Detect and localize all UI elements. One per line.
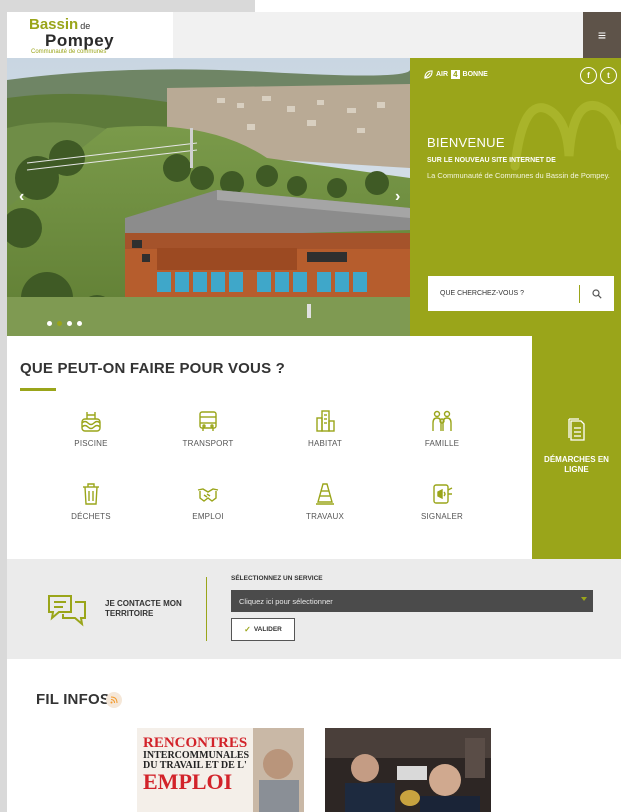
facebook-icon[interactable]: f bbox=[580, 67, 597, 84]
service-label: PISCINE bbox=[74, 439, 108, 448]
chevron-down-icon bbox=[581, 597, 587, 601]
megaphone-icon bbox=[433, 484, 453, 504]
family-icon bbox=[432, 410, 452, 431]
trash-icon bbox=[83, 483, 99, 505]
services-title: QUE PEUT-ON FAIRE POUR VOUS ? bbox=[20, 360, 285, 377]
handshake-icon bbox=[197, 488, 219, 502]
welcome-subtitle: SUR LE NOUVEAU SITE INTERNET DE bbox=[427, 157, 556, 164]
logo-tagline: Communauté de communes bbox=[31, 49, 107, 55]
hero-prev-arrow[interactable]: ‹ bbox=[19, 188, 24, 206]
validate-button[interactable]: ✓ VALIDER bbox=[231, 618, 295, 641]
service-select[interactable]: Cliquez ici pour sélectionner bbox=[231, 590, 593, 612]
top-band bbox=[0, 0, 255, 12]
news-card-image bbox=[325, 728, 491, 812]
news-section: FIL INFOS RENCONTRES INTERCOMMUNALES DU … bbox=[7, 659, 621, 812]
welcome-panel: AIR 4 BONNE f t BIENVENUE SUR LE NOUVEAU… bbox=[410, 58, 621, 336]
air-quality-indicator[interactable]: AIR 4 BONNE bbox=[424, 70, 488, 79]
news-card[interactable]: RENCONTRES INTERCOMMUNALES DU TRAVAIL ET… bbox=[137, 728, 304, 812]
hero-landscape-illustration bbox=[7, 58, 410, 336]
service-label: HABITAT bbox=[308, 439, 342, 448]
contact-territory-label: JE CONTACTE MON TERRITOIRE bbox=[105, 599, 182, 618]
hero-dot-active[interactable] bbox=[57, 321, 62, 326]
air-quality-status: BONNE bbox=[462, 71, 488, 78]
welcome-title: BIENVENUE bbox=[427, 135, 505, 150]
service-select-value: Cliquez ici pour sélectionner bbox=[239, 596, 333, 606]
validate-label: VALIDER bbox=[253, 626, 282, 633]
social-links: f t bbox=[580, 67, 617, 84]
online-procedures-button[interactable]: DÉMARCHES EN LIGNE bbox=[532, 336, 621, 559]
site-logo[interactable]: Bassin de Pompey Communauté de communes bbox=[7, 12, 173, 58]
service-select-title: SÉLECTIONNEZ UN SERVICE bbox=[231, 575, 323, 582]
hero-dot[interactable] bbox=[67, 321, 72, 326]
document-icon bbox=[568, 418, 585, 441]
swimming-pool-icon bbox=[81, 412, 101, 432]
contact-section: JE CONTACTE MON TERRITOIRE SÉLECTIONNEZ … bbox=[7, 559, 621, 659]
news-title: FIL INFOS bbox=[36, 691, 111, 708]
leaf-icon bbox=[424, 70, 433, 79]
site-header: Bassin de Pompey Communauté de communes ≡ bbox=[7, 12, 621, 58]
headline-line: RENCONTRES bbox=[143, 735, 248, 751]
search-icon[interactable] bbox=[580, 288, 614, 299]
contact-divider bbox=[206, 577, 207, 641]
service-label: FAMILLE bbox=[424, 439, 460, 448]
buildings-icon bbox=[316, 410, 335, 432]
service-label: DÉCHETS bbox=[71, 512, 111, 521]
hero-search-box[interactable]: QUE CHERCHEZ-VOUS ? bbox=[428, 276, 614, 311]
service-dechets[interactable]: DÉCHETS bbox=[41, 482, 141, 521]
traffic-cone-icon bbox=[316, 483, 334, 505]
hero-dot[interactable] bbox=[77, 321, 82, 326]
services-title-underline bbox=[20, 388, 56, 391]
services-title-bold: FAIRE POUR VOUS ? bbox=[129, 360, 286, 377]
hero-pagination bbox=[47, 321, 82, 326]
service-habitat[interactable]: HABITAT bbox=[275, 409, 375, 448]
search-label[interactable]: QUE CHERCHEZ-VOUS ? bbox=[428, 290, 579, 297]
hero-next-arrow[interactable]: › bbox=[395, 188, 400, 206]
twitter-icon[interactable]: t bbox=[600, 67, 617, 84]
services-title-plain: QUE PEUT-ON bbox=[20, 360, 130, 377]
chat-bubbles-icon bbox=[48, 595, 86, 627]
hero-dot[interactable] bbox=[47, 321, 52, 326]
news-card[interactable] bbox=[325, 728, 491, 812]
service-signaler[interactable]: SIGNALER bbox=[392, 482, 492, 521]
service-label: TRAVAUX bbox=[306, 512, 344, 521]
service-emploi[interactable]: EMPLOI bbox=[158, 482, 258, 521]
services-section: QUE PEUT-ON FAIRE POUR VOUS ? PISCINE TR… bbox=[7, 336, 532, 559]
logo-word-de: de bbox=[80, 21, 91, 31]
news-card-headline: RENCONTRES INTERCOMMUNALES DU TRAVAIL ET… bbox=[143, 736, 249, 793]
air-quality-value: 4 bbox=[451, 70, 460, 79]
rss-icon[interactable] bbox=[106, 692, 122, 708]
menu-button[interactable]: ≡ bbox=[583, 12, 621, 58]
bus-icon bbox=[199, 411, 217, 431]
online-procedures-label: DÉMARCHES EN LIGNE bbox=[544, 455, 609, 474]
check-icon: ✓ bbox=[244, 625, 251, 634]
service-piscine[interactable]: PISCINE bbox=[41, 409, 141, 448]
hero: ‹ › AIR 4 BONNE f t BIENVENUE SUR LE NOU… bbox=[7, 58, 621, 336]
left-gutter bbox=[0, 0, 7, 812]
service-label: TRANSPORT bbox=[182, 439, 234, 448]
hamburger-icon: ≡ bbox=[597, 27, 607, 43]
logo-word-pompey: Pompey bbox=[45, 31, 115, 50]
welcome-text: La Communauté de Communes du Bassin de P… bbox=[427, 171, 610, 180]
service-travaux[interactable]: TRAVAUX bbox=[275, 482, 375, 521]
hero-slide-photo: ‹ › bbox=[7, 58, 410, 336]
service-famille[interactable]: FAMILLE bbox=[392, 409, 492, 448]
headline-line: EMPLOI bbox=[143, 769, 233, 794]
service-label: EMPLOI bbox=[192, 512, 224, 521]
service-transport[interactable]: TRANSPORT bbox=[158, 409, 258, 448]
service-label: SIGNALER bbox=[420, 512, 464, 521]
air-quality-prefix: AIR bbox=[436, 71, 449, 78]
